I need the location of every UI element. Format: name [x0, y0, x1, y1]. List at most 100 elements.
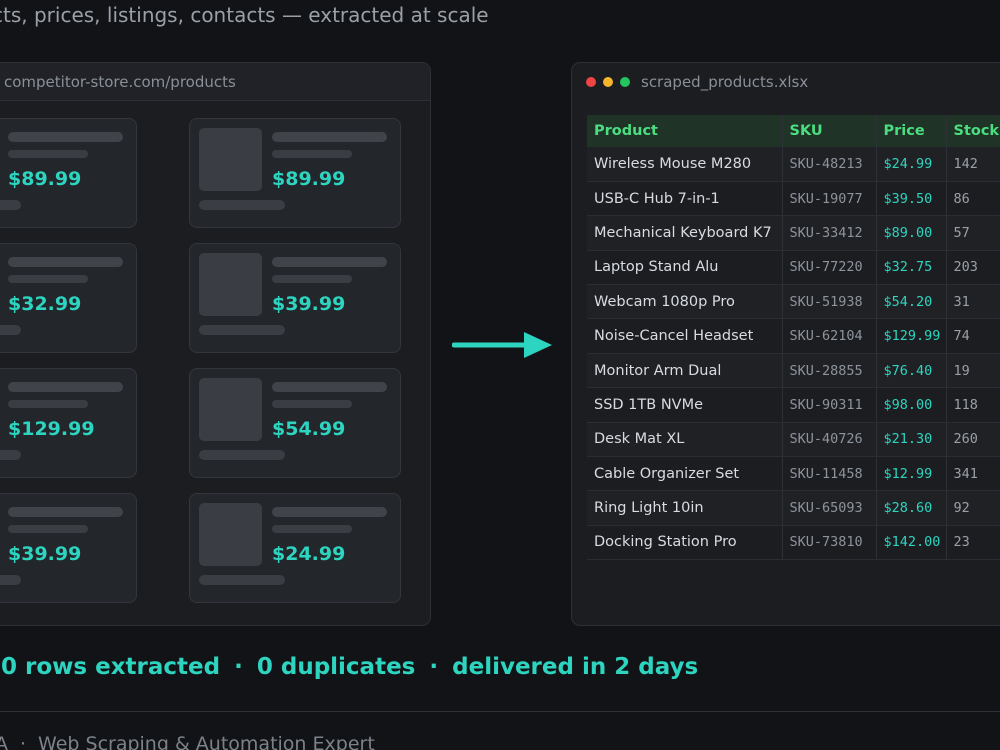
cell-stock[interactable]: 260: [946, 422, 1000, 458]
table-row: Monitor Arm Dual SKU-28855 $76.40 19: [587, 353, 1000, 389]
cell-sku[interactable]: SKU-33412: [782, 215, 877, 251]
stat-delivery-time: delivered in 2 days: [452, 654, 699, 680]
footer-credit: A · Web Scraping & Automation Expert: [0, 733, 375, 750]
cell-stock[interactable]: 57: [946, 215, 1000, 251]
cell-stock[interactable]: 23: [946, 525, 1000, 561]
cell-sku[interactable]: SKU-28855: [782, 353, 877, 389]
browser-window: competitor-store.com/products $89.99 $89…: [0, 62, 431, 626]
product-price: $39.99: [272, 293, 346, 315]
cell-price[interactable]: $32.75: [876, 250, 947, 286]
cell-price[interactable]: $12.99: [876, 456, 947, 492]
table-row: Laptop Stand Alu SKU-77220 $32.75 203: [587, 250, 1000, 286]
product-price: $129.99: [8, 418, 95, 440]
cell-price[interactable]: $142.00: [876, 525, 947, 561]
product-card: $32.99: [0, 243, 137, 353]
minimize-window-icon[interactable]: [603, 77, 613, 87]
cell-product[interactable]: USB-C Hub 7-in-1: [587, 181, 783, 217]
cell-sku[interactable]: SKU-77220: [782, 250, 877, 286]
column-header-price[interactable]: Price: [876, 115, 947, 147]
product-thumbnail: [199, 503, 262, 566]
cell-product[interactable]: Desk Mat XL: [587, 422, 783, 458]
product-price: $89.99: [8, 168, 82, 190]
cell-product[interactable]: SSD 1TB NVMe: [587, 387, 783, 423]
cell-sku[interactable]: SKU-11458: [782, 456, 877, 492]
product-meta-placeholder: [0, 325, 21, 335]
cell-sku[interactable]: SKU-40726: [782, 422, 877, 458]
product-thumbnail: [199, 253, 262, 316]
product-meta-placeholder: [199, 575, 285, 585]
cell-product[interactable]: Monitor Arm Dual: [587, 353, 783, 389]
cell-product[interactable]: Wireless Mouse M280: [587, 147, 783, 182]
cell-sku[interactable]: SKU-65093: [782, 490, 877, 526]
table-row: Docking Station Pro SKU-73810 $142.00 23: [587, 525, 1000, 561]
cell-product[interactable]: Cable Organizer Set: [587, 456, 783, 492]
product-card: $89.99: [189, 118, 401, 228]
product-price: $32.99: [8, 293, 82, 315]
product-title-placeholder: [272, 382, 387, 392]
table-row: Ring Light 10in SKU-65093 $28.60 92: [587, 490, 1000, 526]
cell-sku[interactable]: SKU-51938: [782, 284, 877, 320]
table-row: Cable Organizer Set SKU-11458 $12.99 341: [587, 456, 1000, 492]
arrow-right-icon: [452, 332, 552, 358]
cell-product[interactable]: Ring Light 10in: [587, 490, 783, 526]
cell-product[interactable]: Webcam 1080p Pro: [587, 284, 783, 320]
table-row: Desk Mat XL SKU-40726 $21.30 260: [587, 422, 1000, 458]
column-header-sku[interactable]: SKU: [782, 115, 877, 147]
maximize-window-icon[interactable]: [620, 77, 630, 87]
spreadsheet-titlebar: scraped_products.xlsx: [572, 63, 1000, 101]
column-header-stock[interactable]: Stock: [946, 115, 1000, 147]
stat-separator: ·: [234, 654, 243, 680]
cell-price[interactable]: $129.99: [876, 318, 947, 354]
table-row: Noise-Cancel Headset SKU-62104 $129.99 7…: [587, 318, 1000, 354]
cell-price[interactable]: $76.40: [876, 353, 947, 389]
close-window-icon[interactable]: [586, 77, 596, 87]
cell-stock[interactable]: 92: [946, 490, 1000, 526]
cell-price[interactable]: $28.60: [876, 490, 947, 526]
cell-stock[interactable]: 19: [946, 353, 1000, 389]
cell-price[interactable]: $98.00: [876, 387, 947, 423]
cell-price[interactable]: $89.00: [876, 215, 947, 251]
table-row: Webcam 1080p Pro SKU-51938 $54.20 31: [587, 284, 1000, 320]
author-title: Web Scraping & Automation Expert: [38, 733, 375, 750]
cell-price[interactable]: $39.50: [876, 181, 947, 217]
footer-divider: [0, 711, 1000, 712]
cell-price[interactable]: $21.30: [876, 422, 947, 458]
table-row: Wireless Mouse M280 SKU-48213 $24.99 142: [587, 147, 1000, 182]
data-table: Product SKU Price Stock Wireless Mouse M…: [587, 115, 1000, 561]
product-meta-placeholder: [0, 575, 21, 585]
cell-stock[interactable]: 203: [946, 250, 1000, 286]
cell-sku[interactable]: SKU-90311: [782, 387, 877, 423]
cell-sku[interactable]: SKU-48213: [782, 147, 877, 182]
cell-product[interactable]: Noise-Cancel Headset: [587, 318, 783, 354]
column-header-product[interactable]: Product: [587, 115, 783, 147]
cell-price[interactable]: $24.99: [876, 147, 947, 182]
cell-stock[interactable]: 86: [946, 181, 1000, 217]
product-meta-placeholder: [0, 450, 21, 460]
product-card: $129.99: [0, 368, 137, 478]
table-row: Mechanical Keyboard K7 SKU-33412 $89.00 …: [587, 215, 1000, 251]
product-meta-placeholder: [199, 325, 285, 335]
tagline: cts, prices, listings, contacts — extrac…: [0, 3, 489, 27]
product-subtitle-placeholder: [272, 150, 352, 158]
cell-sku[interactable]: SKU-19077: [782, 181, 877, 217]
stat-separator: ·: [429, 654, 439, 680]
product-price: $89.99: [272, 168, 346, 190]
product-price: $54.99: [272, 418, 346, 440]
product-subtitle-placeholder: [8, 525, 88, 533]
cell-stock[interactable]: 31: [946, 284, 1000, 320]
cell-stock[interactable]: 74: [946, 318, 1000, 354]
product-title-placeholder: [272, 257, 387, 267]
cell-product[interactable]: Laptop Stand Alu: [587, 250, 783, 286]
cell-stock[interactable]: 341: [946, 456, 1000, 492]
cell-stock[interactable]: 118: [946, 387, 1000, 423]
cell-sku[interactable]: SKU-73810: [782, 525, 877, 561]
cell-product[interactable]: Docking Station Pro: [587, 525, 783, 561]
cell-stock[interactable]: 142: [946, 147, 1000, 182]
cell-product[interactable]: Mechanical Keyboard K7: [587, 215, 783, 251]
product-subtitle-placeholder: [8, 275, 88, 283]
stats-summary: 30 rows extracted · 0 duplicates · delivered…: [0, 654, 698, 680]
stat-rows-extracted: 30 rows extracted: [0, 654, 221, 680]
product-meta-placeholder: [199, 200, 285, 210]
cell-price[interactable]: $54.20: [876, 284, 947, 320]
cell-sku[interactable]: SKU-62104: [782, 318, 877, 354]
